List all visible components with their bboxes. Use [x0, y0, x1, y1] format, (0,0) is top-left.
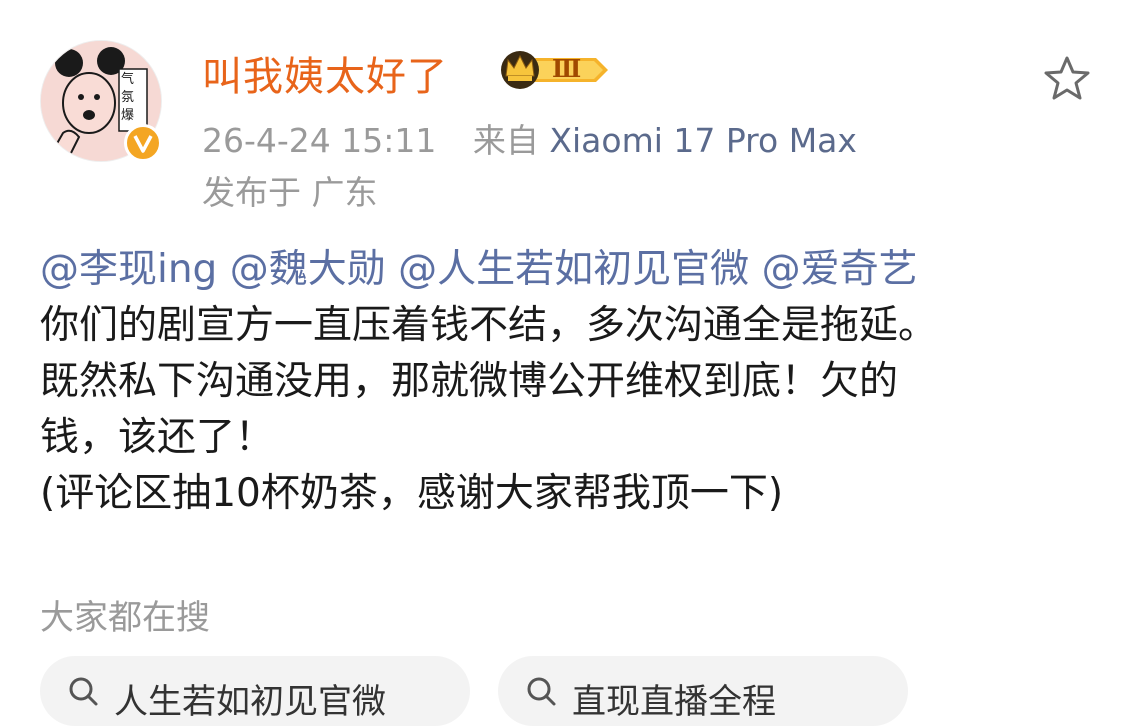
search-chip-label: 人生若如初见官微 — [114, 682, 386, 722]
source-device: Xiaomi 17 Pro Max — [549, 121, 857, 160]
vip-level-badge[interactable]: Ⅲ — [496, 48, 616, 92]
avatar[interactable]: 气氛爆 — [40, 40, 166, 166]
search-chip[interactable]: 直现直播全程 — [498, 656, 908, 726]
post-meta: 26-4-24 15:11 来自 Xiaomi 17 Pro Max — [202, 114, 857, 162]
post-text-line: (评论区抽10杯奶茶，感谢大家帮我顶一下) — [40, 471, 784, 516]
post-header: 气氛爆 叫我姨太好了 Ⅲ 26-4-24 15:11 来自 Xiaomi 17 … — [40, 38, 1100, 212]
search-icon — [527, 677, 556, 706]
source-prefix: 来自 — [472, 121, 539, 160]
trending-searches-title: 大家都在搜 — [40, 598, 210, 638]
post-text-line: 你们的剧宣方一直压着钱不结，多次沟通全是拖延。 — [40, 303, 938, 348]
verified-icon — [124, 124, 162, 162]
star-icon — [1044, 56, 1090, 100]
mention-link[interactable]: @李现ing — [40, 247, 217, 292]
avatar-caption: 气氛爆 — [121, 72, 135, 123]
search-chip[interactable]: 人生若如初见官微 — [40, 656, 470, 726]
post-text-line: 钱，该还了！ — [40, 415, 275, 460]
post-time: 26-4-24 15:11 — [202, 121, 437, 160]
favorite-button[interactable] — [1040, 52, 1094, 106]
author-name[interactable]: 叫我姨太好了 — [202, 44, 448, 102]
mention-line: @李现ing @魏大勋 @人生若如初见官微 @爱奇艺 — [40, 242, 1110, 298]
mention-link[interactable]: @人生若如初见官微 — [398, 247, 749, 292]
search-chip-label: 直现直播全程 — [572, 682, 776, 722]
mention-link[interactable]: @魏大勋 — [230, 247, 386, 292]
post-body: @李现ing @魏大勋 @人生若如初见官微 @爱奇艺 你们的剧宣方一直压着钱不结… — [40, 242, 1110, 522]
search-icon — [69, 677, 98, 706]
mention-link[interactable]: @爱奇艺 — [762, 247, 918, 292]
trending-searches: 人生若如初见官微 直现直播全程 — [40, 656, 1124, 726]
vip-level-text: Ⅲ — [552, 54, 582, 83]
post-location: 发布于 广东 — [202, 173, 378, 212]
post-text-line: 既然私下沟通没用，那就微博公开维权到底！欠的 — [40, 359, 899, 404]
